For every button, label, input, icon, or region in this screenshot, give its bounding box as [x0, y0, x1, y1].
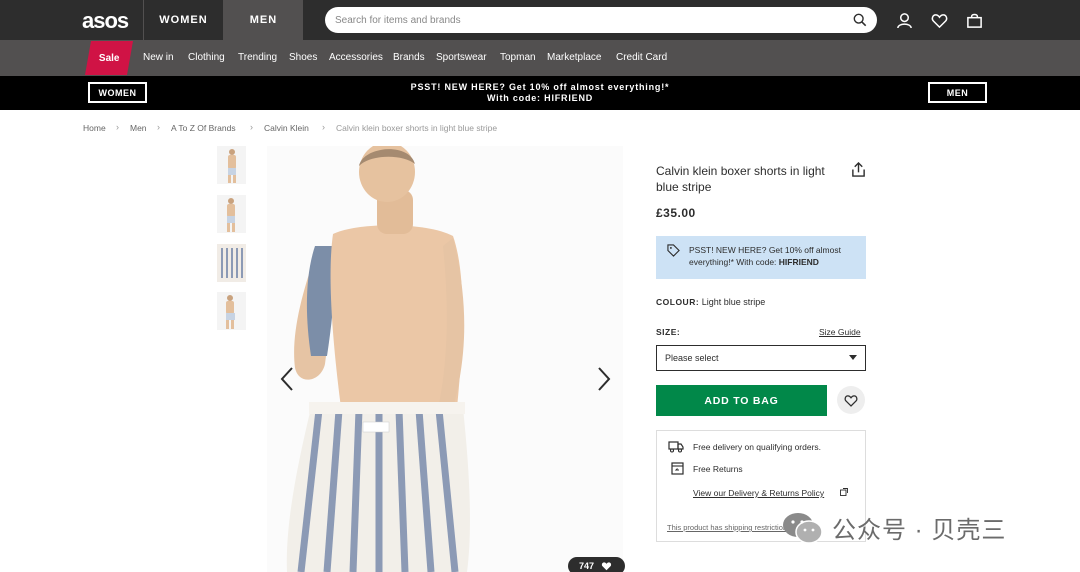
wechat-icon	[783, 512, 823, 544]
add-to-bag-button[interactable]: ADD TO BAG	[656, 385, 827, 416]
tag-icon	[667, 244, 680, 257]
returns-icon	[671, 462, 684, 475]
chevron-down-icon	[849, 355, 857, 360]
nav-topman[interactable]: Topman	[500, 52, 536, 63]
delivery-truck-icon	[668, 441, 684, 453]
product-thumbnail[interactable]	[217, 292, 246, 330]
nav-accessories[interactable]: Accessories	[329, 52, 383, 63]
nav-new-in[interactable]: New in	[143, 52, 174, 63]
promo-women-button[interactable]: WOMEN	[88, 82, 147, 103]
nav-sale[interactable]: Sale	[85, 41, 133, 75]
nav-shoes[interactable]: Shoes	[289, 52, 317, 63]
nav-trending[interactable]: Trending	[238, 52, 277, 63]
wechat-watermark: 公众号 · 贝壳三	[782, 510, 1006, 545]
colour-value: Light blue stripe	[701, 297, 766, 307]
bag-icon[interactable]	[966, 12, 983, 29]
delivery-policy-link[interactable]: View our Delivery & Returns Policy	[693, 488, 824, 498]
top-header: asos WOMEN MEN Search for items and bran…	[0, 0, 1080, 40]
breadcrumb-current: Calvin klein boxer shorts in light blue …	[336, 123, 498, 133]
free-delivery-text: Free delivery on qualifying orders.	[693, 442, 822, 452]
nav-marketplace[interactable]: Marketplace	[547, 52, 601, 63]
free-returns-text: Free Returns	[693, 464, 743, 474]
promo-message[interactable]: PSST! NEW HERE? Get 10% off almost every…	[300, 82, 780, 104]
breadcrumb-calvin-klein[interactable]: Calvin Klein	[264, 123, 309, 133]
nav-brands[interactable]: Brands	[393, 52, 425, 63]
saved-items-icon[interactable]	[931, 12, 948, 29]
heart-icon	[844, 394, 858, 407]
nav-sportswear[interactable]: Sportswear	[436, 52, 487, 63]
search-icon[interactable]	[853, 13, 867, 27]
promo-men-button[interactable]: MEN	[928, 82, 987, 103]
shipping-restrictions-link[interactable]: This product has shipping restrictions	[667, 523, 791, 532]
asos-logo[interactable]: asos	[82, 8, 129, 34]
size-guide-link[interactable]: Size Guide	[819, 327, 861, 337]
size-select[interactable]: Please select	[656, 345, 866, 371]
saves-count-badge[interactable]: 747	[568, 557, 625, 572]
tab-men[interactable]: MEN	[223, 0, 303, 40]
colour-info: COLOUR: Light blue stripe	[656, 297, 766, 307]
nav-credit-card[interactable]: Credit Card	[616, 52, 667, 63]
breadcrumb-brands[interactable]: A To Z Of Brands	[171, 123, 236, 133]
product-title: Calvin klein boxer shorts in light blue …	[656, 164, 825, 194]
heart-icon	[601, 562, 612, 571]
account-icon[interactable]	[896, 12, 913, 29]
promo-code: HIFRIEND	[778, 257, 819, 267]
save-for-later-button[interactable]	[837, 386, 865, 414]
next-image-arrow-icon[interactable]	[596, 366, 612, 392]
share-icon[interactable]	[851, 162, 866, 178]
product-thumbnail[interactable]	[217, 195, 246, 233]
search-bar[interactable]: Search for items and brands	[325, 7, 877, 33]
product-price: £35.00	[656, 206, 696, 220]
category-nav: Sale New in Clothing Trending Shoes Acce…	[0, 40, 1080, 76]
size-label: SIZE:	[656, 327, 681, 337]
nav-clothing[interactable]: Clothing	[188, 52, 225, 63]
breadcrumb-men[interactable]: Men	[130, 123, 147, 133]
previous-image-arrow-icon[interactable]	[279, 366, 295, 392]
product-thumbnail[interactable]	[217, 146, 246, 184]
discount-promo-box: PSST! NEW HERE? Get 10% off almost every…	[656, 236, 866, 279]
product-thumbnail[interactable]	[217, 244, 246, 282]
tab-women[interactable]: WOMEN	[143, 0, 223, 40]
promo-banner: WOMEN PSST! NEW HERE? Get 10% off almost…	[0, 76, 1080, 110]
external-link-icon	[840, 488, 848, 496]
product-main-image[interactable]	[267, 146, 623, 572]
breadcrumb-home[interactable]: Home	[83, 123, 106, 133]
watermark-text: 公众号 · 贝壳三	[832, 517, 1007, 544]
search-input[interactable]: Search for items and brands	[335, 15, 853, 26]
